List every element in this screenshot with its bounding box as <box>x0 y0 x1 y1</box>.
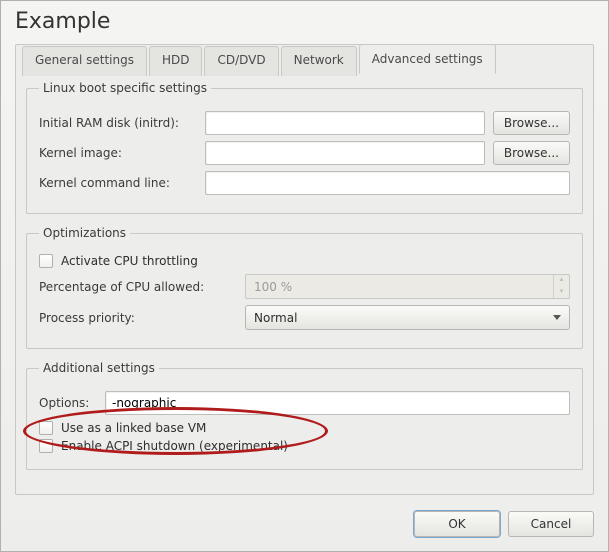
chevron-up-icon: ▴ <box>554 275 569 287</box>
tab-advanced-settings[interactable]: Advanced settings <box>359 44 496 74</box>
cpu-pct-spinner: 100 % ▴ ▾ <box>245 274 570 299</box>
throttle-checkbox[interactable] <box>39 254 53 268</box>
tab-cddvd[interactable]: CD/DVD <box>204 46 278 76</box>
cmdline-label: Kernel command line: <box>39 176 197 190</box>
tab-strip: General settings HDD CD/DVD Network Adva… <box>22 44 498 74</box>
group-optimizations: Optimizations Activate CPU throttling Pe… <box>26 226 583 349</box>
initrd-browse-button[interactable]: Browse... <box>493 111 570 135</box>
ok-button[interactable]: OK <box>414 511 500 537</box>
acpi-shutdown-label: Enable ACPI shutdown (experimental) <box>61 439 288 453</box>
group-optimizations-legend: Optimizations <box>39 226 130 240</box>
tab-panel: General settings HDD CD/DVD Network Adva… <box>15 44 594 495</box>
tab-general-settings[interactable]: General settings <box>22 46 147 76</box>
group-linux-boot: Linux boot specific settings Initial RAM… <box>26 81 583 214</box>
tab-hdd[interactable]: HDD <box>149 46 203 76</box>
window-title: Example <box>15 9 594 34</box>
kernel-browse-button[interactable]: Browse... <box>493 141 570 165</box>
acpi-shutdown-checkbox[interactable] <box>39 439 53 453</box>
chevron-down-icon: ▾ <box>554 287 569 299</box>
initrd-input[interactable] <box>205 111 485 135</box>
group-linux-boot-legend: Linux boot specific settings <box>39 81 211 95</box>
options-label: Options: <box>39 396 97 410</box>
linked-base-checkbox[interactable] <box>39 421 53 435</box>
dialog-window: Example General settings HDD CD/DVD Netw… <box>0 0 609 552</box>
kernel-input[interactable] <box>205 141 485 165</box>
cpu-pct-value: 100 % <box>246 280 553 294</box>
dialog-button-bar: OK Cancel <box>1 503 608 551</box>
initrd-label: Initial RAM disk (initrd): <box>39 116 197 130</box>
cpu-pct-spin-buttons: ▴ ▾ <box>553 275 569 298</box>
options-input[interactable] <box>105 391 570 415</box>
group-additional: Additional settings Options: Use as a li… <box>26 361 583 470</box>
cpu-pct-label: Percentage of CPU allowed: <box>39 280 237 294</box>
throttle-label: Activate CPU throttling <box>61 254 198 268</box>
cancel-button[interactable]: Cancel <box>508 511 594 537</box>
chevron-down-icon <box>553 315 561 320</box>
group-additional-legend: Additional settings <box>39 361 159 375</box>
kernel-label: Kernel image: <box>39 146 197 160</box>
tab-network[interactable]: Network <box>281 46 357 76</box>
priority-value: Normal <box>254 311 297 325</box>
linked-base-label: Use as a linked base VM <box>61 421 206 435</box>
priority-select[interactable]: Normal <box>245 305 570 330</box>
cmdline-input[interactable] <box>205 171 570 195</box>
titlebar: Example <box>1 1 608 40</box>
priority-label: Process priority: <box>39 311 237 325</box>
